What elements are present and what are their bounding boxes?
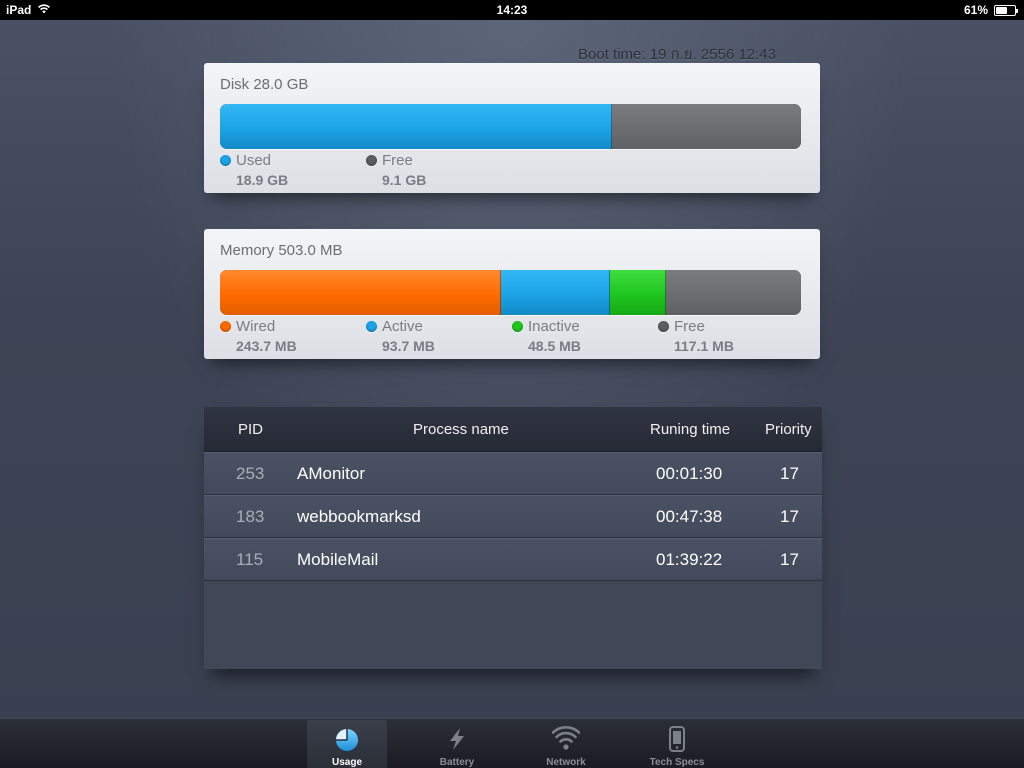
disk-card: Disk 28.0 GB Used 18.9 GB Free 9.1 GB (204, 63, 820, 193)
tab-tech-specs[interactable]: Tech Specs (637, 720, 717, 768)
tab-label: Tech Specs (649, 757, 705, 768)
header-pid[interactable]: PID (238, 421, 263, 438)
row-priority: 17 (780, 507, 799, 526)
legend-item-free: Free 117.1 MB (658, 318, 734, 354)
wifi-icon (526, 726, 606, 754)
legend-item-active: Active 93.7 MB (366, 318, 435, 354)
phone-icon (637, 726, 717, 754)
row-process-name: AMonitor (297, 464, 366, 483)
row-process-name: webbookmarksd (297, 507, 421, 526)
process-table: PID Process name Runing time Priority 25… (204, 407, 822, 669)
row-running-time: 01:39:22 (656, 550, 723, 569)
battery-icon (994, 4, 1018, 16)
legend-label-inactive: Inactive (528, 318, 580, 335)
tab-network[interactable]: Network (526, 720, 606, 768)
tab-usage[interactable]: Usage (307, 720, 387, 768)
row-running-time: 00:01:30 (656, 464, 723, 483)
free-dot-icon (658, 321, 669, 332)
row-running-time: 00:47:38 (656, 507, 723, 526)
disk-title: Disk 28.0 GB (220, 76, 309, 93)
row-pid: 115 (236, 550, 264, 569)
legend-item-free: Free 9.1 GB (366, 152, 426, 188)
inactive-dot-icon (512, 321, 523, 332)
header-process-name[interactable]: Process name (413, 421, 509, 438)
tab-bar: Usage Battery Network Tech Specs (0, 718, 1024, 768)
table-header: PID Process name Runing time Priority (204, 407, 822, 452)
pie-chart-icon (307, 726, 387, 754)
legend-item-used: Used 18.9 GB (220, 152, 288, 188)
wired-dot-icon (220, 321, 231, 332)
legend-value-wired: 243.7 MB (236, 338, 297, 354)
legend-value-active: 93.7 MB (382, 338, 435, 354)
tab-label: Usage (331, 757, 362, 768)
legend-value-free: 9.1 GB (382, 172, 427, 188)
row-pid: 253 (236, 464, 265, 483)
legend-item-inactive: Inactive 48.5 MB (512, 318, 581, 354)
table-row[interactable]: 253 AMonitor 00:01:30 17 (204, 452, 822, 495)
row-pid: 183 (236, 507, 265, 526)
disk-usage-bar (220, 104, 801, 149)
disk-legend: Used 18.9 GB Free 9.1 GB (220, 152, 810, 192)
lightning-icon (417, 726, 497, 754)
row-process-name: MobileMail (297, 550, 379, 569)
disk-free-segment (612, 104, 801, 149)
legend-label-used: Used (236, 152, 272, 169)
tab-label: Network (546, 757, 586, 768)
active-dot-icon (366, 321, 377, 332)
disk-used-segment (220, 104, 613, 149)
tab-battery[interactable]: Battery (417, 720, 497, 768)
legend-item-wired: Wired 243.7 MB (220, 318, 297, 354)
used-dot-icon (220, 155, 231, 166)
memory-active-segment (501, 270, 610, 315)
memory-usage-bar (220, 270, 801, 315)
memory-free-segment (665, 270, 801, 315)
memory-card: Memory 503.0 MB Wired 243.7 MB Active 93… (204, 229, 820, 359)
row-priority: 17 (780, 464, 799, 483)
legend-label-active: Active (382, 318, 423, 335)
memory-title: Memory 503.0 MB (220, 242, 343, 259)
row-priority: 17 (780, 550, 799, 569)
header-running-time[interactable]: Runing time (650, 421, 730, 438)
legend-value-free: 117.1 MB (674, 338, 734, 354)
legend-label-free: Free (674, 318, 705, 335)
memory-wired-segment (220, 270, 502, 315)
tab-label: Battery (439, 757, 475, 768)
legend-label-free: Free (382, 152, 413, 169)
table-row[interactable]: 183 webbookmarksd 00:47:38 17 (204, 495, 822, 538)
header-priority[interactable]: Priority (765, 421, 812, 438)
status-time: 14:23 (496, 3, 528, 17)
memory-inactive-segment (609, 270, 666, 315)
status-bar: iPad 14:23 61% (0, 0, 1024, 20)
legend-value-used: 18.9 GB (236, 172, 289, 188)
memory-legend: Wired 243.7 MB Active 93.7 MB Inactive 4… (220, 318, 810, 358)
table-row[interactable]: 115 MobileMail 01:39:22 17 (204, 538, 822, 581)
legend-label-wired: Wired (236, 318, 276, 335)
free-dot-icon (366, 155, 377, 166)
battery-level (996, 6, 1007, 14)
legend-value-inactive: 48.5 MB (528, 338, 581, 354)
battery-percent: 61% (963, 3, 988, 17)
